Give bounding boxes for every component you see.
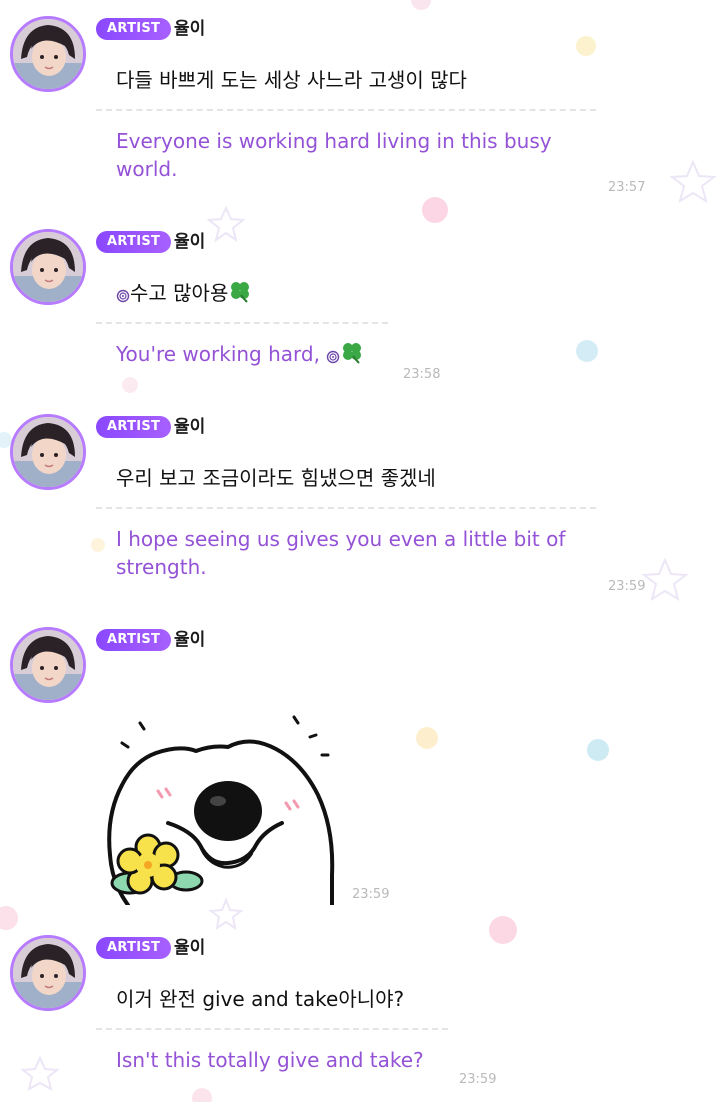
message-text-row: 수고 많아용: [116, 279, 252, 307]
four-leaf-clover-emoji-icon: [343, 343, 362, 364]
artist-avatar[interactable]: [10, 935, 86, 1011]
artist-avatar[interactable]: [10, 627, 86, 703]
author-name[interactable]: 율이: [174, 935, 205, 961]
chat-message: ARTIST 율이 우리 보고 조금이라도 힘냈으면 좋겠네 I hope se…: [0, 414, 720, 604]
message-timestamp: 23:59: [352, 887, 390, 902]
author-name[interactable]: 율이: [174, 414, 205, 440]
author-name[interactable]: 율이: [174, 627, 205, 653]
author-name[interactable]: 율이: [174, 16, 205, 42]
translation-divider: [96, 322, 388, 324]
message-text: 이거 완전 give and take아니야?: [116, 987, 405, 1011]
artist-avatar[interactable]: [10, 414, 86, 490]
translation-text: I hope seeing us gives you even a little…: [116, 527, 566, 579]
message-timestamp: 23:58: [403, 367, 441, 382]
message-text: 수고 많아용: [130, 281, 229, 305]
spiral-emoji-icon: [327, 350, 340, 364]
message-timestamp: 23:59: [608, 579, 646, 594]
chat-feed[interactable]: ARTIST 율이 다들 바쁘게 도는 세상 사느라 고생이 많다 Everyo…: [0, 0, 720, 1102]
spiral-emoji-icon: [116, 289, 130, 303]
four-leaf-clover-emoji-icon: [231, 282, 250, 303]
chat-message: ARTIST 율이 이거 완전 give and take아니야? Isn't …: [0, 935, 720, 1102]
chat-message: ARTIST 율이 수고 많아용 You're working hard, 23…: [0, 229, 720, 389]
artist-badge: ARTIST: [96, 629, 172, 651]
artist-badge: ARTIST: [96, 416, 172, 438]
artist-badge: ARTIST: [96, 937, 172, 959]
translation-divider: [96, 507, 596, 509]
translation-row: You're working hard,: [116, 340, 364, 368]
artist-badge: ARTIST: [96, 18, 172, 40]
chat-message: ARTIST 율이 다들 바쁘게 도는 세상 사느라 고생이 많다 Everyo…: [0, 16, 720, 206]
artist-avatar[interactable]: [10, 229, 86, 305]
translation-divider: [96, 109, 596, 111]
artist-badge: ARTIST: [96, 231, 172, 253]
translation-divider: [96, 1028, 448, 1030]
chat-message: ARTIST 율이 23:59: [0, 627, 720, 917]
message-timestamp: 23:59: [459, 1072, 497, 1087]
artist-avatar[interactable]: [10, 16, 86, 92]
translation-text: Isn't this totally give and take?: [116, 1048, 424, 1072]
translation-text: You're working hard,: [116, 342, 320, 366]
author-name[interactable]: 율이: [174, 229, 205, 255]
message-timestamp: 23:57: [608, 180, 646, 195]
message-text: 다들 바쁘게 도는 세상 사느라 고생이 많다: [116, 68, 467, 92]
translation-text: Everyone is working hard living in this …: [116, 129, 552, 181]
message-text: 우리 보고 조금이라도 힘냈으면 좋겠네: [116, 466, 436, 490]
puppy-with-flower-sticker[interactable]: [100, 705, 340, 905]
